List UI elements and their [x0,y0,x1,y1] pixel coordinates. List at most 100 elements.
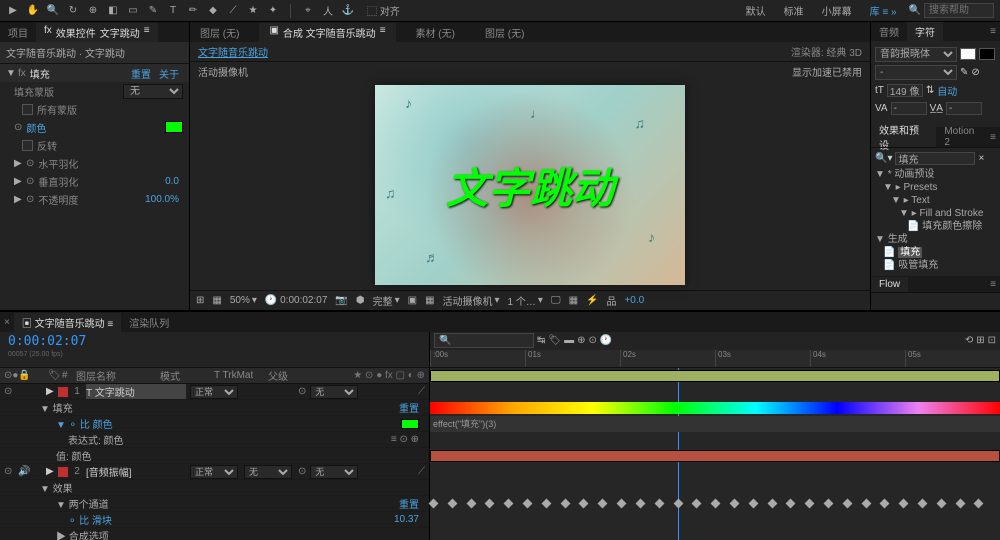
parent-select[interactable]: 无 [310,465,358,479]
tab-menu-icon[interactable]: ≡ [144,25,150,40]
keyframe-icon[interactable] [466,499,476,509]
keyframe-icon[interactable] [617,499,627,509]
color-swatch[interactable] [165,121,183,133]
tab-footage[interactable]: 素材 (无) [406,23,465,42]
expression-icons[interactable]: ≡ ⊙ ⊕ [391,434,419,445]
selection-tool-icon[interactable]: ▶ [6,4,20,18]
panel-menu-icon[interactable]: ≡ [990,132,1000,143]
fast-preview-icon[interactable]: ⚡ [586,295,598,306]
track-lane[interactable] [430,512,1000,528]
composition-viewer[interactable]: ♪ ♫ ♬ ♪ ♫ ♩ 文字跳动 [190,80,870,290]
current-time[interactable]: 0:00:02:07 [0,332,429,351]
stopwatch-icon[interactable]: ⊙ [26,158,34,169]
tl-btn-icon[interactable]: ⊙ [588,335,596,346]
channel-icon[interactable]: ⬢ [356,295,365,306]
stamp-tool-icon[interactable]: ◆ [206,4,220,18]
tl-btn-icon[interactable]: ⊕ [577,335,585,346]
tab-audio[interactable]: 音频 [871,22,907,41]
views-count[interactable]: 1 个… ▾ [508,293,543,308]
tab-comp[interactable]: ▣合成 文字随音乐跳动≡ [259,23,395,42]
track-lane[interactable] [430,464,1000,480]
brush-tool-icon[interactable]: ✏ [186,4,200,18]
puppet-tool-icon[interactable]: ✦ [266,4,280,18]
prop-color[interactable]: 颜色 [26,120,161,135]
layer-switches[interactable]: ⟋ [418,466,425,477]
fill-mask-select[interactable]: 无 [123,84,183,99]
visibility-toggle[interactable]: ⊙ [4,386,14,397]
keyframe-icon[interactable] [692,499,702,509]
keyframe-icon[interactable] [786,499,796,509]
blend-mode-select[interactable]: 正常 [190,385,238,399]
comp-canvas[interactable]: ♪ ♫ ♬ ♪ ♫ ♩ 文字跳动 [375,85,685,285]
property-row[interactable]: ▼ 两个通道重置 [0,496,429,512]
reset-link[interactable]: 重置 [399,400,419,415]
tracking-input[interactable] [946,102,982,115]
property-value[interactable]: 10.37 [394,514,419,525]
keyframe-icon[interactable] [899,499,909,509]
fill-color-swatch[interactable] [960,48,976,60]
stopwatch-icon[interactable]: ⊙ [26,194,34,205]
renderer-label[interactable]: 渲染器: 经典 3D [791,44,862,59]
keyframe-icon[interactable] [711,499,721,509]
transparency-icon[interactable]: ▦ [425,295,434,306]
track-lane[interactable] [430,384,1000,400]
tab-effect-controls[interactable]: fx效果控件文字跳动≡ [36,23,158,42]
hand-tool-icon[interactable]: ✋ [26,4,40,18]
clear-search-icon[interactable]: × [978,153,984,164]
kerning-input[interactable] [891,102,927,115]
panel-menu-icon[interactable]: ≡ [990,279,1000,290]
keyframe-icon[interactable] [805,499,815,509]
tl-btn-icon[interactable]: ⟲ [965,335,973,346]
viewer-time[interactable]: 🕐 0:00:02:07 [265,295,328,306]
property-name[interactable]: ▶ 合成选项 [56,528,109,540]
col-layername[interactable]: 图层名称 [76,368,156,383]
track-lane[interactable] [430,400,1000,416]
zoom-dropdown[interactable]: 50% ▾ [230,295,257,306]
keyframe-icon[interactable] [730,499,740,509]
switches-icons[interactable]: ★ ⊙ ● fx ▢ ◐ ⊕ [353,370,425,381]
stroke-color-swatch[interactable] [979,48,995,60]
anchor-icon[interactable]: ⚓ [341,4,355,18]
audio-toggle[interactable]: 🔊 [18,466,28,477]
track-lane[interactable] [430,432,1000,448]
tl-btn-icon[interactable]: ⊡ [988,335,996,346]
tab-flow[interactable]: Flow [871,277,908,292]
tab-character[interactable]: 字符 [907,22,943,41]
rect-tool-icon[interactable]: ▭ [126,4,140,18]
invert-checkbox[interactable] [22,140,33,151]
roi-icon[interactable]: ▣ [408,295,417,306]
keyframe-icon[interactable] [767,499,777,509]
tab-menu-icon[interactable]: ≡ [380,25,386,40]
twirl-icon[interactable]: ▶ [14,176,22,187]
visibility-toggle[interactable]: ⊙ [4,466,14,477]
property-row[interactable]: ▼ 填充重置 [0,400,429,416]
opacity-value[interactable]: 100.0% [145,194,179,205]
layer-row[interactable]: ⊙🔊▶2[音频振幅]正常无⊙无⟋ [0,464,429,480]
parent-select[interactable]: 无 [310,385,358,399]
property-name[interactable]: ▼ 效果 [40,480,73,495]
track-lane[interactable] [430,480,1000,496]
tree-item[interactable]: ▼ ▸ Text [875,194,996,207]
stopwatch-icon[interactable]: ⊙ [26,176,34,187]
track-lane[interactable]: effect("填充")(3) [430,416,1000,432]
font-family-select[interactable]: 音韵报晓体 [875,47,957,62]
label-color[interactable] [58,467,68,477]
snapping-toggle[interactable]: ⬚ 对齐 [361,1,406,20]
keyframe-icon[interactable] [880,499,890,509]
all-masks-checkbox[interactable] [22,104,33,115]
property-row[interactable]: ▼ 效果 [0,480,429,496]
property-name[interactable]: 值: 颜色 [56,448,92,463]
parent-pickwhip-icon[interactable]: ⊙ [298,466,306,477]
snap-icon[interactable]: ⌖ [301,4,315,18]
tree-item[interactable]: ▼ ▸ Fill and Stroke [875,207,996,220]
parent-pickwhip-icon[interactable]: ⊙ [298,386,306,397]
keyframe-icon[interactable] [635,499,645,509]
layer-row[interactable]: ⊙▶1T 文字跳动正常⊙无⟋ [0,384,429,400]
twirl-icon[interactable]: ▶ [14,194,22,205]
keyframe-icon[interactable] [936,499,946,509]
layer-bar[interactable] [430,370,1000,382]
effect-name[interactable]: 填充 [30,66,50,81]
keyframe-icon[interactable] [955,499,965,509]
roto-tool-icon[interactable]: ★ [246,4,260,18]
rotate-tool-icon[interactable]: ↻ [66,4,80,18]
